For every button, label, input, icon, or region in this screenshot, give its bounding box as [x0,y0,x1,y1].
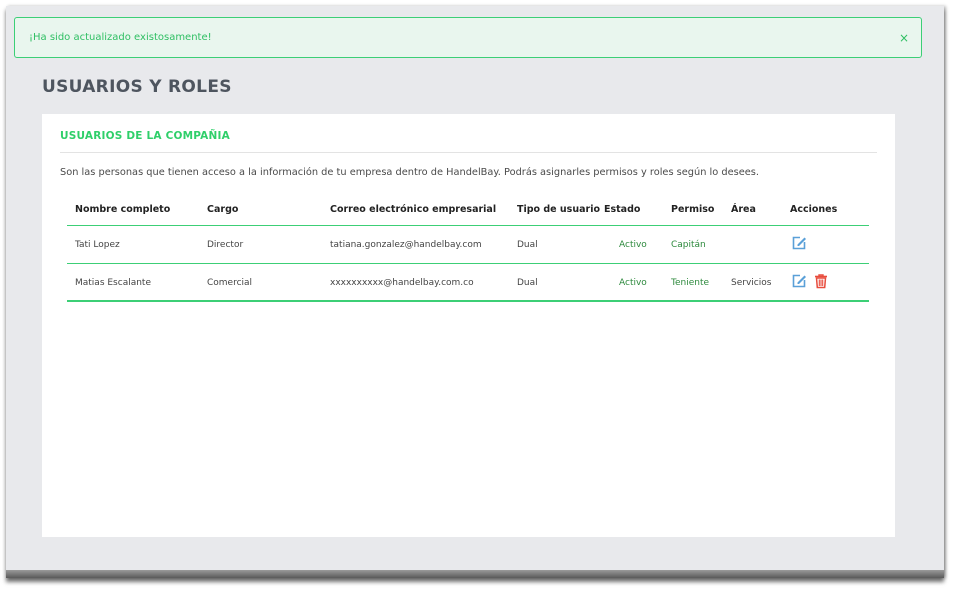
header-acciones: Acciones [790,204,838,215]
cell-permission: Teniente [671,278,710,288]
cell-role: Director [207,240,244,250]
table-row: Matias Escalante Comercial xxxxxxxxxx@ha… [67,264,869,302]
card-description: Son las personas que tienen acceso a la … [60,167,760,178]
close-icon[interactable]: × [899,31,909,45]
cell-type: Dual [517,240,538,250]
table-header-row: Nombre completo Cargo Correo electrónico… [67,198,869,226]
frame-bottom-edge [6,570,944,578]
success-alert: ¡Ha sido actualizado existosamente! × [14,17,922,58]
users-table: Nombre completo Cargo Correo electrónico… [67,198,869,302]
header-permiso: Permiso [671,204,715,215]
card-title: USUARIOS DE LA COMPAÑIA [60,130,230,142]
card-divider [60,152,877,153]
cell-email: xxxxxxxxxx@handelbay.com.co [330,278,474,288]
header-estado: Estado [604,204,641,215]
cell-name: Matias Escalante [75,278,151,288]
cell-role: Comercial [207,278,253,288]
cell-email: tatiana.gonzalez@handelbay.com [330,240,482,250]
header-correo: Correo electrónico empresarial [330,204,497,215]
header-nombre: Nombre completo [75,204,171,215]
header-tipo: Tipo de usuario [517,204,600,215]
cell-permission: Capitán [671,240,706,250]
cell-area: Servicios [731,278,772,288]
table-row: Tati Lopez Director tatiana.gonzalez@han… [67,226,869,264]
header-cargo: Cargo [207,204,239,215]
users-card: USUARIOS DE LA COMPAÑIA Son las personas… [42,114,895,537]
cell-status: Activo [619,278,647,288]
header-area: Área [731,204,756,215]
page-title: USUARIOS Y ROLES [42,77,232,97]
trash-icon[interactable] [813,273,829,289]
alert-message: ¡Ha sido actualizado existosamente! [29,32,212,43]
cell-name: Tati Lopez [75,240,120,250]
edit-icon[interactable] [791,273,807,289]
cell-status: Activo [619,240,647,250]
cell-type: Dual [517,278,538,288]
edit-icon[interactable] [791,235,807,251]
